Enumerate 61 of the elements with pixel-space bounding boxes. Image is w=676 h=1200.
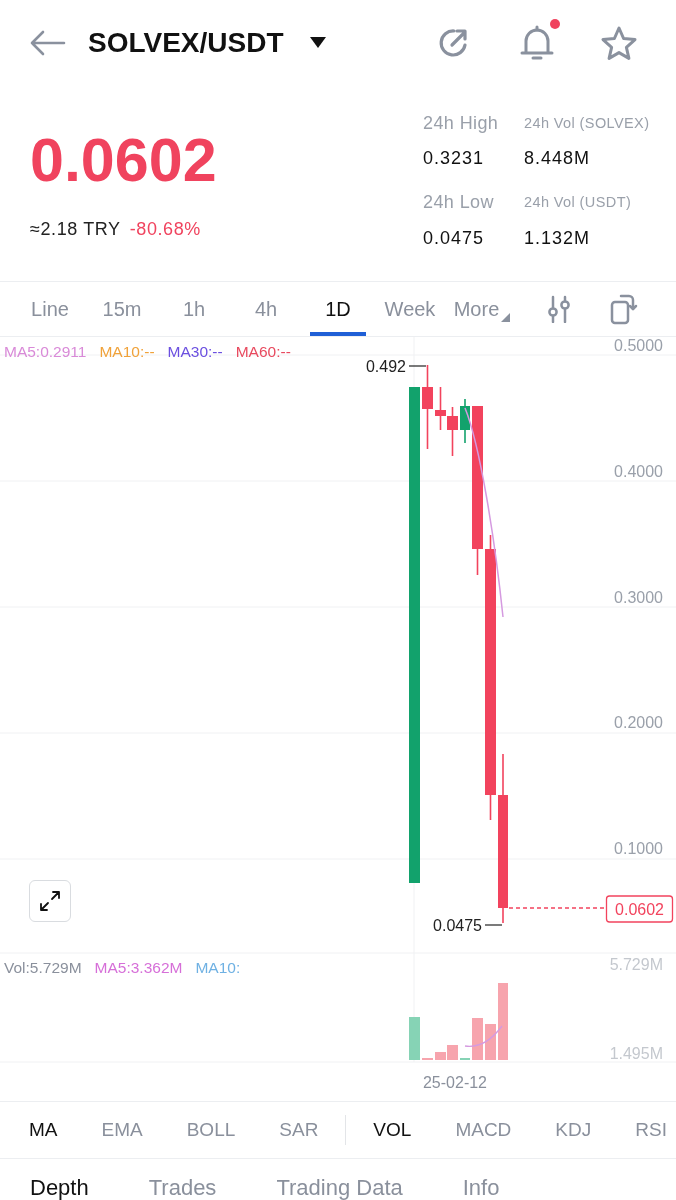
sliders-icon[interactable] [548,295,570,323]
back-icon[interactable] [30,29,66,56]
price-axis-label: 0.5000 [614,337,663,354]
ma-legend: MA30:-- [167,343,223,361]
section-tab[interactable]: Trades [148,1176,217,1200]
interval-tab[interactable]: More [446,282,518,336]
ma-legend: MA60:-- [235,343,291,361]
stat-label: 24h High [423,112,499,135]
interval-tab[interactable]: Week [374,282,446,336]
interval-tab[interactable]: 4h [230,282,302,336]
interval-tab[interactable]: 1h [158,282,230,336]
bell-icon[interactable] [519,24,555,61]
section-tab[interactable]: Trading Data [276,1176,403,1200]
indicator-tab[interactable]: MA [29,1119,58,1141]
low-price-label: 0.0475 [433,917,482,934]
indicator-tab[interactable]: VOL [373,1119,412,1141]
high-price-label: 0.492 [365,358,406,375]
price-axis-label: 0.2000 [614,714,663,732]
indicator-tab[interactable]: RSI [635,1119,667,1141]
indicator-tab[interactable]: KDJ [555,1119,592,1141]
ma-legend: MA5:0.2911 [4,343,87,361]
interval-tab[interactable]: Line [14,282,86,336]
stat-label: 24h Low [423,191,494,214]
stat-label: 24h Vol (USDT) [524,193,632,212]
price-change: -80.68% [129,218,201,240]
stat-value: 0.3231 [423,147,485,170]
star-icon[interactable] [600,24,638,61]
volume-legend: MA5:3.362M [94,959,183,977]
pair-selector[interactable]: SOLVEX/USDT [88,26,326,59]
volume-axis-label: 1.495M [609,1045,663,1062]
caret-icon [309,36,326,49]
volume-axis-label: 5.729M [609,956,663,973]
price-axis-label: 0.4000 [614,462,663,480]
indicator-tab[interactable]: SAR [279,1119,319,1141]
volume-average-line [464,1025,503,1047]
interval-tab[interactable]: 15m [86,282,158,336]
stat-value: 1.132M [524,227,591,250]
stat-value: 8.448M [524,147,591,170]
volume-legend: MA10: [195,959,241,977]
indicator-tab[interactable]: MACD [455,1119,512,1141]
volume-legend: Vol:5.729M [4,959,82,977]
ma-legend: MA10:-- [99,343,155,361]
expand-button[interactable] [29,880,71,922]
leader-line [484,924,503,926]
indicator-tab[interactable]: BOLL [186,1119,236,1141]
date-label: 25-02-12 [423,1074,487,1091]
indicator-tab[interactable]: EMA [101,1119,143,1141]
fiat-price: ≈2.18 TRY [30,218,121,240]
section-tab[interactable]: Info [462,1176,500,1200]
interval-tab[interactable]: 1D [302,282,374,336]
stat-label: 24h Vol (SOLVEX) [524,114,650,133]
price-axis-label: 0.1000 [614,840,663,857]
stat-value: 0.0475 [423,227,485,250]
corner-triangle-icon [501,313,511,322]
rotate-screen-icon[interactable] [610,293,638,325]
leader-line [408,365,427,367]
section-tab[interactable]: Depth [30,1176,89,1200]
expand-icon [39,890,61,912]
price-axis-label: 0.3000 [614,588,663,606]
current-price-tag: 0.0602 [605,895,674,923]
last-price: 0.0602 [30,130,217,191]
